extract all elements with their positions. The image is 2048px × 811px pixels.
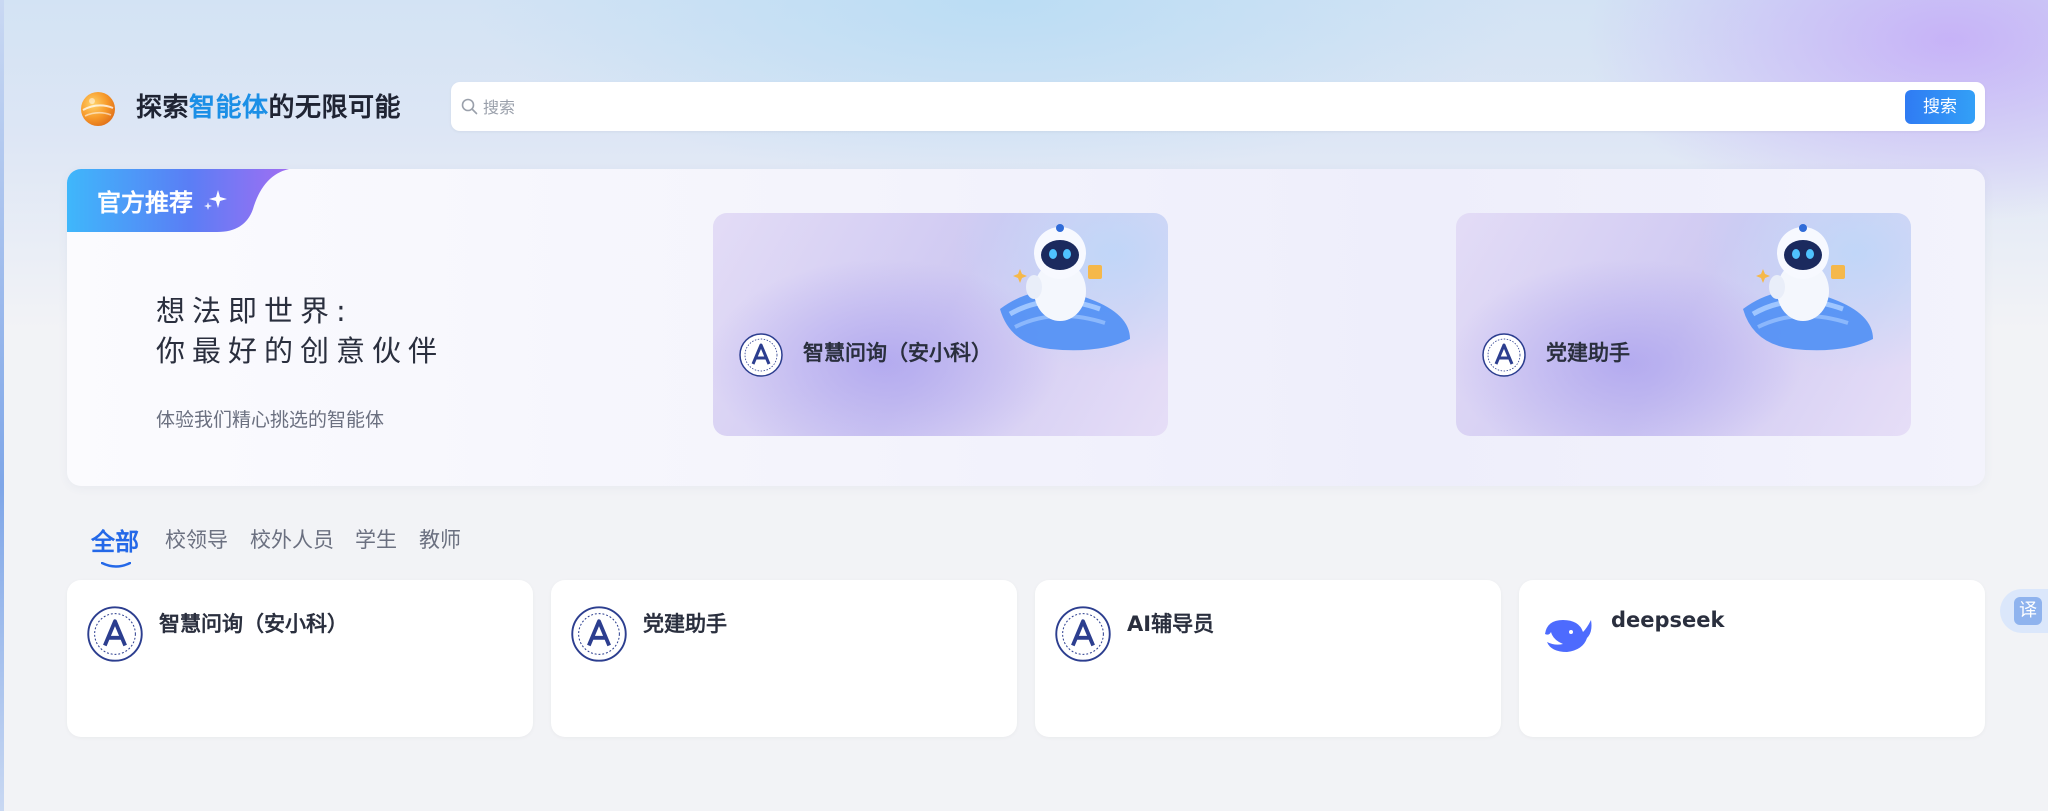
school-emblem-icon: [87, 606, 143, 662]
robot-astronaut-icon: [1743, 224, 1873, 351]
agent-name: 党建助手: [643, 612, 727, 636]
agent-card[interactable]: 党建助手: [551, 580, 1017, 737]
tab-school-leaders[interactable]: 校领导: [165, 524, 228, 554]
title-suffix: 的无限可能: [268, 93, 402, 123]
title-prefix: 探索: [136, 93, 190, 123]
recommend-subtitle: 体验我们精心挑选的智能体: [156, 409, 385, 431]
search-button[interactable]: 搜索: [1905, 90, 1975, 124]
school-emblem-icon: [571, 606, 627, 662]
headline-line-2: 你最好的创意伙伴: [156, 334, 445, 368]
recommend-card[interactable]: 智慧问询（安小科）: [713, 213, 1168, 436]
recommend-card-name: 智慧问询（安小科）: [803, 341, 992, 365]
official-recommend-panel: 官方推荐 想法即世界: 你最好的创意伙伴 体验我们精心挑选的智能体 智慧问询（安…: [67, 169, 1985, 486]
search-bar: 搜索: [451, 82, 1985, 131]
deepseek-whale-icon: [1545, 620, 1592, 652]
recommend-tag-label: 官方推荐: [97, 189, 193, 217]
school-emblem-icon: [1482, 333, 1526, 377]
translate-label: 译: [2014, 597, 2042, 625]
robot-astronaut-icon: [1000, 224, 1130, 351]
agent-name: 智慧问询（安小科）: [159, 612, 348, 636]
sparkle-icon: [204, 190, 227, 210]
agent-name: deepseek: [1611, 608, 1725, 632]
active-tab-underline: [101, 562, 131, 568]
agent-card[interactable]: 智慧问询（安小科）: [67, 580, 533, 737]
recommend-headline: 想法即世界: 你最好的创意伙伴: [156, 291, 444, 371]
school-emblem-icon: [739, 333, 783, 377]
agent-card[interactable]: AI辅导员: [1035, 580, 1501, 737]
tab-all[interactable]: 全部: [91, 522, 139, 557]
agent-card[interactable]: deepseek: [1519, 580, 1985, 737]
tab-students[interactable]: 学生: [355, 524, 397, 554]
orange-planet-logo-icon: [81, 92, 115, 126]
page-title: 探索智能体的无限可能: [136, 88, 401, 128]
tab-external-staff[interactable]: 校外人员: [250, 524, 334, 554]
headline-line-1: 想法即世界:: [156, 294, 353, 328]
search-input[interactable]: [481, 92, 1835, 123]
recommend-card-name: 党建助手: [1546, 341, 1630, 365]
translate-button[interactable]: 译: [2000, 589, 2048, 633]
title-highlight: 智能体: [189, 93, 269, 123]
search-icon: [461, 98, 478, 115]
recommend-card[interactable]: 党建助手: [1456, 213, 1911, 436]
tab-teachers[interactable]: 教师: [419, 524, 461, 554]
left-edge-rail: [0, 0, 4, 811]
agent-name: AI辅导员: [1127, 612, 1215, 636]
school-emblem-icon: [1055, 606, 1111, 662]
